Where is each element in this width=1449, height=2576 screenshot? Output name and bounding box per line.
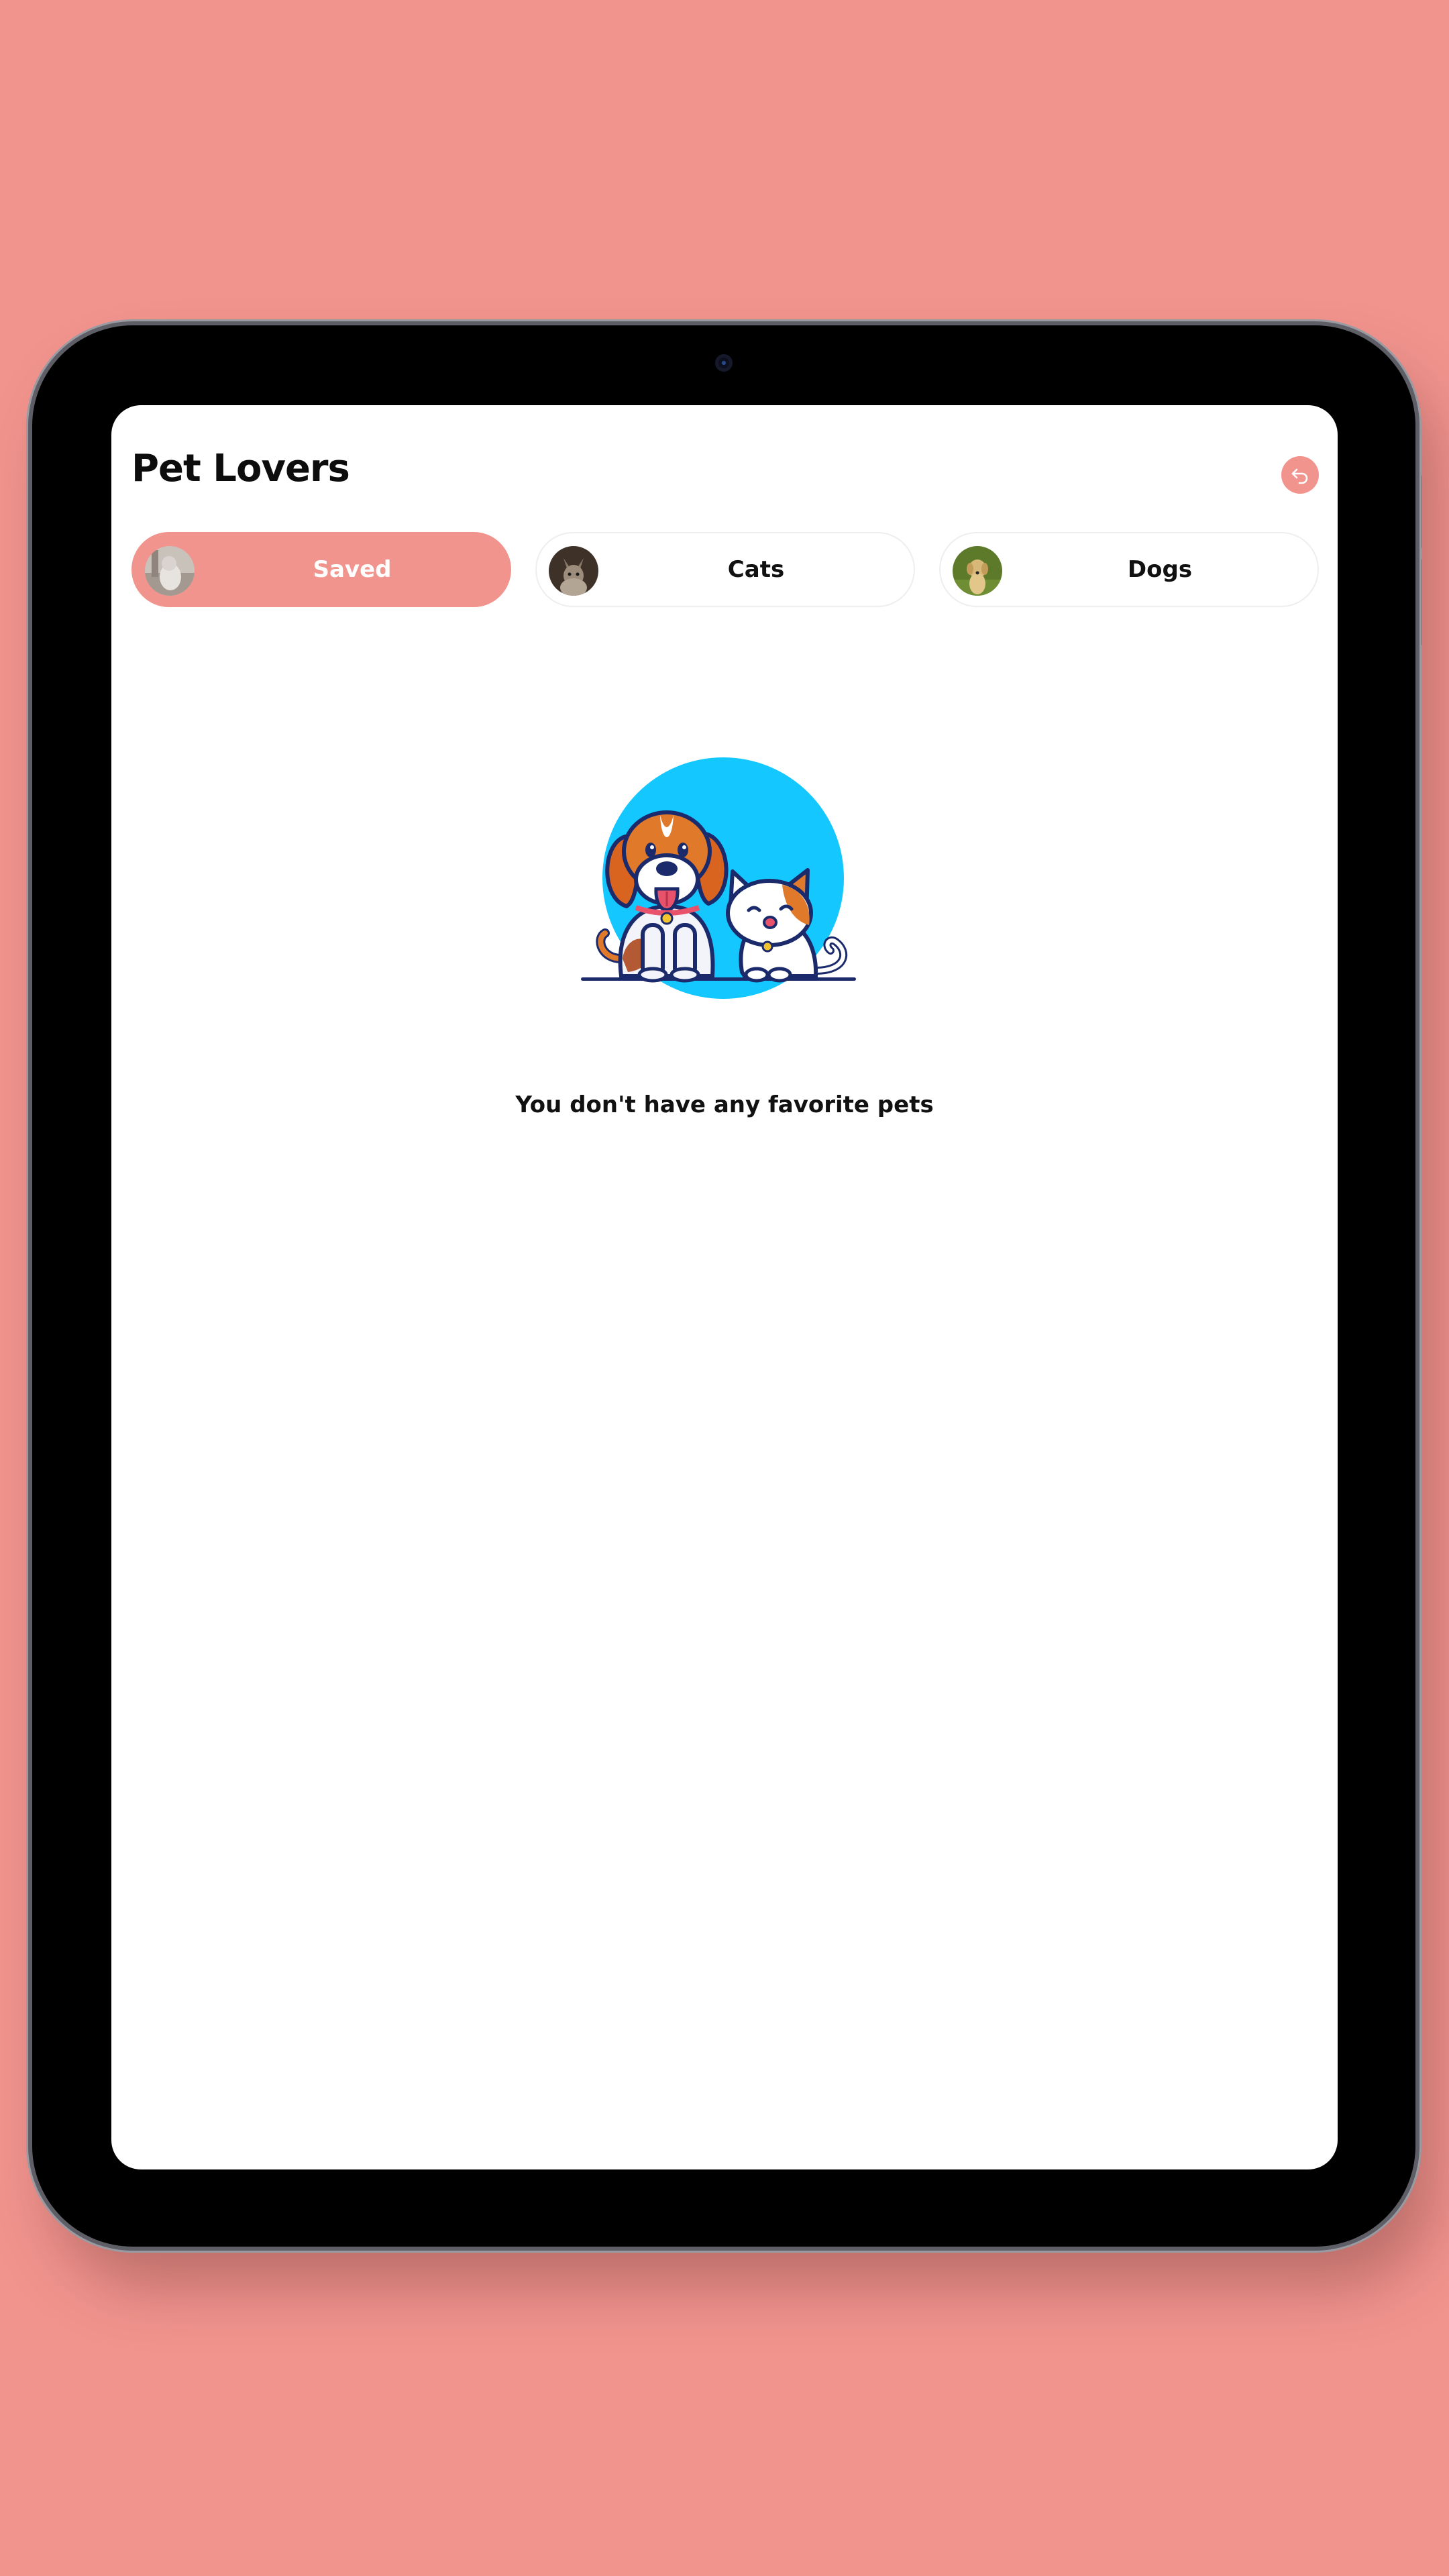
cat-avatar	[549, 546, 598, 596]
tab-saved[interactable]: Saved	[131, 532, 511, 607]
tab-dogs[interactable]: Dogs	[939, 532, 1319, 607]
app-screen: Pet Lovers Saved Cats Dogs You don't hav…	[111, 405, 1338, 2169]
device-volume-up-button	[1415, 473, 1422, 550]
dog-and-cat-illustration	[581, 757, 869, 999]
empty-state-message: You don't have any favorite pets	[515, 1091, 934, 1118]
saved-pet-avatar	[145, 546, 195, 596]
back-arrow-icon	[1291, 468, 1308, 484]
back-button[interactable]	[1281, 456, 1319, 494]
device-volume-down-button	[1415, 557, 1422, 647]
tab-dogs-label: Dogs	[1127, 556, 1193, 583]
tab-cats-label: Cats	[727, 556, 785, 583]
page-title: Pet Lovers	[131, 447, 350, 490]
tab-saved-label: Saved	[313, 556, 392, 583]
front-camera	[715, 354, 733, 372]
dog-avatar	[953, 546, 1002, 596]
category-tabs: Saved Cats Dogs	[131, 532, 1319, 607]
tab-cats[interactable]: Cats	[535, 532, 915, 607]
